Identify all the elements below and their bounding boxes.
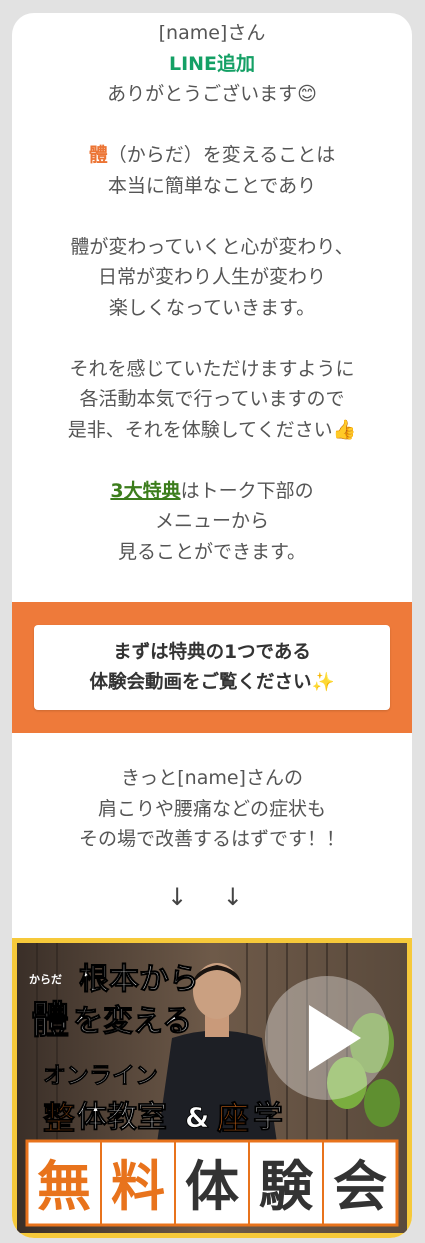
message-card: [name]さん LINE追加 ありがとうございます😊 體（からだ）を変えること…: [12, 13, 412, 1238]
cta-banner: まずは特典の1つである 体験会動画をご覧ください✨: [12, 602, 412, 733]
headline-2-rest: を変える: [73, 1004, 192, 1039]
closing-text: きっと[name]さんの 肩こりや腰痛などの症状も その場で改善するはずです！！: [12, 763, 412, 855]
headline-2-kanji: 體: [31, 997, 69, 1042]
perks-line-1-text: はトーク下部の: [180, 479, 314, 502]
perks-line-2: メニューから: [154, 510, 269, 532]
headline-1: 根本から: [79, 962, 199, 997]
free-char-2: 料: [111, 1155, 165, 1218]
play-icon: [265, 976, 389, 1100]
course-amp: &: [185, 1101, 209, 1134]
course-a: 整: [43, 1099, 75, 1137]
video-thumbnail[interactable]: からだ 根本から 體 を変える オンライン 整 体教室 & 座 学 無 料 体 …: [12, 938, 412, 1238]
message-text: [name]さん LINE追加 ありがとうございます😊 體（からだ）を変えること…: [12, 13, 412, 567]
body-line-1: 體（からだ）を変えることは: [12, 140, 412, 171]
line-add-label: LINE追加: [168, 52, 256, 75]
body-line-7: 各活動本気で行っていますので: [79, 388, 345, 410]
perks-highlight: 3大特典: [110, 479, 181, 502]
greeting-name: [name]さん: [158, 22, 266, 44]
banner-line-2: 体験会動画をご覧ください✨: [89, 671, 335, 693]
free-char-5: 会: [333, 1155, 387, 1218]
free-char-4: 験: [259, 1155, 314, 1218]
watch-video-button[interactable]: まずは特典の1つである 体験会動画をご覧ください✨: [34, 625, 390, 710]
body-line-3: 體が変わっていくと心が変わり、: [70, 235, 354, 258]
course-d: 学: [253, 1100, 283, 1135]
closing-line-2: 肩こりや腰痛などの症状も: [97, 797, 326, 820]
online-label: オンライン: [43, 1063, 158, 1089]
body-line-5: 楽しくなっていきます。: [108, 296, 316, 319]
body-line-2: 本当に簡単なことであり: [107, 174, 317, 197]
perks-line-1: 3大特典はトーク下部の: [12, 476, 412, 507]
body-line-6: それを感じていただけますように: [69, 357, 355, 380]
body-line-8: 是非、それを体験してください👍: [67, 418, 357, 441]
closing-line-1: きっと[name]さんの: [121, 767, 303, 789]
free-char-1: 無: [37, 1155, 91, 1218]
banner-line-1: まずは特典の1つである: [113, 641, 311, 663]
closing-line-3: その場で改善するはずです！！: [78, 828, 345, 850]
free-char-3: 体: [185, 1155, 239, 1218]
course-b: 体教室: [77, 1100, 167, 1135]
course-c: 座: [217, 1099, 249, 1137]
thanks-text: ありがとうございます😊: [107, 83, 317, 105]
highlight-karada: 體: [88, 144, 108, 166]
perks-line-3: 見ることができます。: [117, 540, 307, 563]
down-arrows: ↓ ↓: [167, 883, 257, 911]
body-line-4: 日常が変わり人生が変わり: [97, 266, 326, 288]
video-thumbnail-art: からだ 根本から 體 を変える オンライン 整 体教室 & 座 学 無 料 体 …: [17, 943, 407, 1233]
ruby-karada: からだ: [29, 973, 62, 986]
body-line-1-text: （からだ）を変えることは: [107, 144, 336, 166]
